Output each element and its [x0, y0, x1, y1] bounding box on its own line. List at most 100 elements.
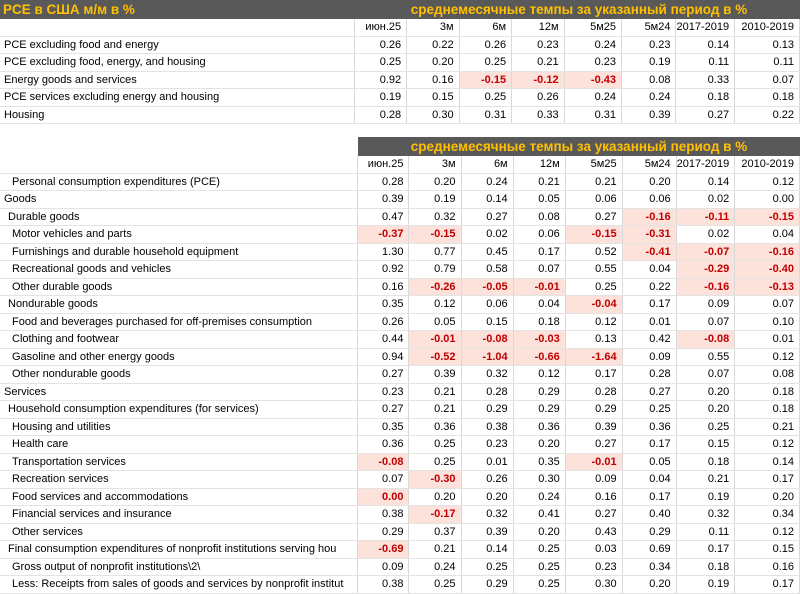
value-cell: 0.25	[408, 435, 462, 454]
value-cell: 0.15	[734, 540, 800, 559]
value-cell: 0.17	[513, 243, 566, 261]
value-cell: 0.09	[676, 295, 736, 314]
value-cell: 0.01	[734, 330, 800, 349]
value-cell: 0.23	[357, 383, 410, 401]
header-blank-cell	[0, 19, 356, 37]
value-cell: 0.05	[622, 453, 677, 471]
value-cell: -0.04	[565, 295, 623, 314]
period-header-1: среднемесячные темпы за указанный период…	[358, 0, 800, 19]
value-cell: 0.40	[622, 505, 677, 524]
row-label: Gross output of nonprofit institutions\2…	[0, 558, 358, 576]
value-cell: 0.15	[461, 313, 514, 331]
value-cell: 0.22	[734, 106, 800, 124]
column-header: 3м	[406, 19, 460, 37]
row-label: Gasoline and other energy goods	[0, 348, 358, 366]
value-cell: 0.09	[357, 558, 410, 576]
value-cell: 0.15	[676, 435, 736, 454]
value-cell: 0.18	[734, 400, 800, 419]
value-cell: 0.10	[734, 313, 800, 331]
value-cell: 0.94	[357, 348, 410, 366]
value-cell: 0.17	[734, 470, 800, 489]
value-cell: 0.36	[408, 418, 462, 436]
row-label: PCE services excluding energy and housin…	[0, 88, 356, 107]
value-cell: 0.18	[675, 88, 736, 107]
value-cell: 0.37	[408, 523, 462, 541]
value-cell: 0.32	[461, 365, 514, 384]
value-cell: 0.07	[734, 295, 800, 314]
value-cell: 0.28	[357, 173, 410, 191]
value-cell: 0.29	[461, 575, 514, 594]
table-row: Gross output of nonprofit institutions\2…	[0, 558, 800, 576]
value-cell: 0.19	[354, 88, 408, 107]
value-cell: 0.25	[459, 53, 513, 72]
value-cell: 0.01	[461, 453, 514, 471]
value-cell: -0.17	[408, 505, 462, 524]
value-cell: 0.20	[408, 488, 462, 506]
value-cell: 0.58	[461, 260, 514, 279]
column-header: 3м	[408, 156, 462, 174]
value-cell: 0.25	[461, 558, 514, 576]
row-label: Housing and utilities	[0, 418, 358, 436]
value-cell: -0.43	[564, 71, 623, 89]
row-label: Motor vehicles and parts	[0, 225, 358, 244]
value-cell: 0.28	[565, 383, 623, 401]
value-cell: -0.30	[408, 470, 462, 489]
value-cell: 0.12	[513, 365, 566, 384]
value-cell: 0.01	[622, 313, 677, 331]
row-label: Recreation services	[0, 470, 358, 489]
value-cell: 0.28	[461, 383, 514, 401]
row-label: Clothing and footwear	[0, 330, 358, 349]
value-cell: -0.08	[676, 330, 736, 349]
value-cell: -0.07	[676, 243, 736, 261]
row-label: Nondurable goods	[0, 295, 358, 314]
value-cell: 0.00	[357, 488, 410, 506]
value-cell: 0.35	[513, 453, 566, 471]
value-cell: 0.20	[622, 173, 677, 191]
table-row: Services 0.23 0.21 0.28 0.29 0.28 0.27 0.20 0.18	[0, 383, 800, 401]
value-cell: 0.08	[513, 208, 566, 226]
value-cell: 0.21	[511, 53, 565, 72]
value-cell: 0.17	[734, 575, 800, 594]
value-cell: 0.20	[622, 575, 677, 594]
value-cell: 0.45	[461, 243, 514, 261]
value-cell: 0.26	[511, 88, 565, 107]
value-cell: -0.15	[459, 71, 513, 89]
value-cell: 0.13	[734, 36, 800, 54]
value-cell: -0.03	[513, 330, 566, 349]
value-cell: 0.04	[622, 470, 677, 489]
table-row: Energy goods and services 0.92 0.16 -0.15 -0…	[0, 71, 800, 89]
header-blank-cell	[0, 156, 358, 174]
value-cell: -0.08	[461, 330, 514, 349]
table-row: Food services and accommodations 0.00 0.20…	[0, 488, 800, 506]
value-cell: 0.27	[675, 106, 736, 124]
value-cell: 0.20	[676, 400, 736, 419]
value-cell: 0.18	[676, 453, 736, 471]
value-cell: 0.35	[357, 295, 410, 314]
table-row: PCE excluding food, energy, and housing 0…	[0, 53, 800, 72]
table-row: Less: Receipts from sales of goods and s…	[0, 575, 800, 594]
value-cell: 0.17	[622, 295, 677, 314]
value-cell: 0.07	[357, 470, 410, 489]
value-cell: 0.41	[513, 505, 566, 524]
column-header: июн.25	[354, 19, 408, 37]
value-cell: 0.19	[621, 53, 677, 72]
value-cell: 0.52	[565, 243, 623, 261]
column-header-row: июн.25 3м 6м 12м 5м25 5м24 2017-2019 2010-2019	[0, 19, 800, 37]
value-cell: -0.15	[565, 225, 623, 244]
value-cell: 0.19	[676, 488, 736, 506]
value-cell: 0.32	[461, 505, 514, 524]
value-cell: -0.16	[676, 278, 736, 296]
row-label: Other nondurable goods	[0, 365, 358, 384]
value-cell: -0.40	[734, 260, 800, 279]
value-cell: 0.05	[513, 190, 566, 209]
value-cell: -0.01	[513, 278, 566, 296]
value-cell: 0.55	[676, 348, 736, 366]
value-cell: 0.24	[564, 36, 623, 54]
value-cell: 0.20	[513, 523, 566, 541]
value-cell: 0.22	[406, 36, 460, 54]
value-cell: 0.23	[564, 53, 623, 72]
column-header: 5м25	[564, 19, 623, 37]
row-label: Services	[0, 383, 358, 401]
row-label: PCE excluding food and energy	[0, 36, 356, 54]
value-cell: 0.17	[676, 540, 736, 559]
